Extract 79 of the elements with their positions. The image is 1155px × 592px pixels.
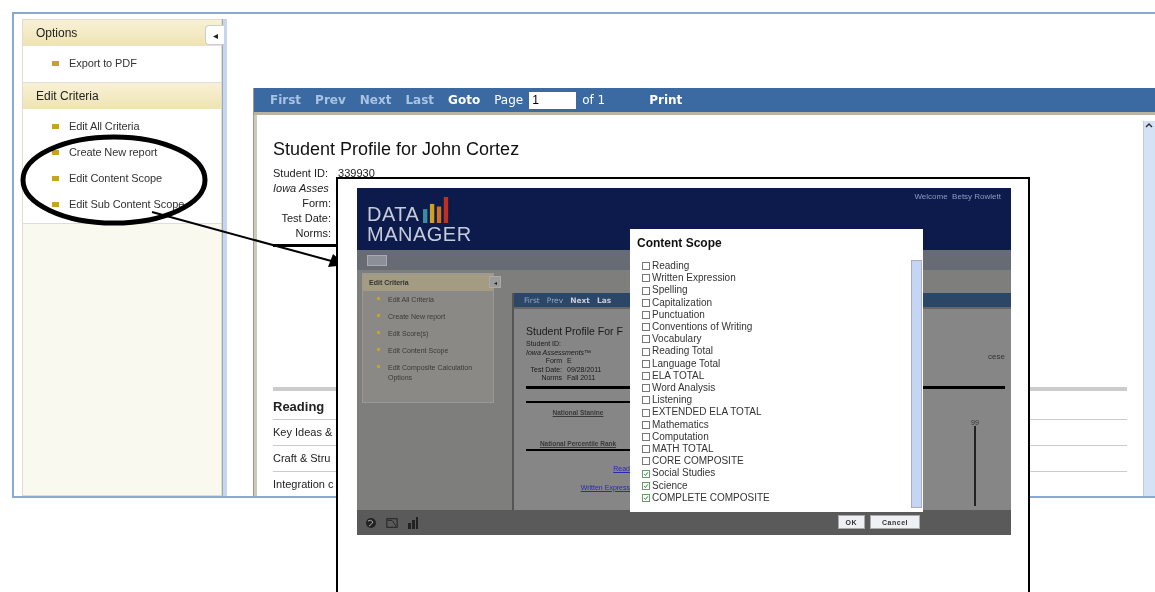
checkbox-option[interactable]: Mathematics bbox=[642, 418, 911, 431]
checkbox-option[interactable]: Listening bbox=[642, 394, 911, 407]
scroll-up-icon[interactable] bbox=[1144, 121, 1154, 129]
menu-item[interactable]: Edit Sub Content Scope bbox=[23, 191, 221, 217]
bullet-icon bbox=[377, 365, 380, 368]
checkbox-option[interactable]: Capitalization bbox=[642, 296, 911, 309]
checkbox-option[interactable]: Punctuation bbox=[642, 308, 911, 321]
menu-item[interactable]: Edit Content Scope bbox=[23, 165, 221, 191]
checkbox-option[interactable]: Reading Total bbox=[642, 345, 911, 358]
checkbox[interactable] bbox=[642, 396, 650, 405]
bullet-icon bbox=[377, 297, 380, 300]
print-link[interactable]: Print bbox=[649, 93, 683, 107]
checkbox[interactable] bbox=[642, 274, 650, 283]
checkbox[interactable] bbox=[642, 384, 650, 393]
field-label: Form: bbox=[301, 196, 331, 211]
field-label: Test Date: bbox=[280, 211, 331, 226]
field-label: Iowa Asses bbox=[273, 181, 329, 196]
menu-item[interactable]: Edit All Criteria bbox=[23, 113, 221, 139]
nav-link[interactable]: Goto bbox=[448, 93, 481, 107]
checkbox[interactable] bbox=[642, 432, 650, 441]
checkbox-option[interactable]: CORE COMPOSITE bbox=[642, 455, 911, 468]
globe-icon[interactable] bbox=[365, 516, 377, 529]
checkbox-option[interactable]: EXTENDED ELA TOTAL bbox=[642, 406, 911, 419]
scrollbar[interactable] bbox=[1143, 121, 1155, 496]
checkbox[interactable] bbox=[642, 298, 650, 307]
report-title: Student Profile For F bbox=[526, 325, 623, 337]
checkbox[interactable] bbox=[642, 481, 650, 490]
checkbox-option[interactable]: Vocabulary bbox=[642, 333, 911, 346]
checkbox[interactable] bbox=[642, 310, 650, 319]
welcome-text: Welcome Betsy Rowlett bbox=[914, 191, 1001, 203]
checkbox-option[interactable]: MATH TOTAL bbox=[642, 443, 911, 456]
checkbox[interactable] bbox=[642, 408, 650, 417]
toolbar-button[interactable] bbox=[367, 254, 387, 266]
report-title: Student Profile for John Cortez bbox=[273, 139, 521, 160]
checkbox-option[interactable]: Written Expression bbox=[642, 272, 911, 285]
menu-item[interactable]: Create New report bbox=[23, 139, 221, 165]
checkbox[interactable] bbox=[642, 335, 650, 344]
page-total: of 1 bbox=[582, 93, 606, 107]
logo-text: DATA bbox=[367, 204, 420, 224]
checkbox-option[interactable]: Reading bbox=[642, 260, 911, 273]
bullet-icon bbox=[52, 201, 59, 207]
page-label: Page bbox=[494, 93, 524, 107]
scrollbar[interactable] bbox=[911, 260, 922, 508]
field-label: Student ID: bbox=[273, 166, 329, 181]
checkbox[interactable] bbox=[642, 469, 650, 478]
checkbox[interactable] bbox=[642, 445, 650, 454]
bullet-icon bbox=[377, 314, 380, 317]
checkbox[interactable] bbox=[642, 420, 650, 429]
bullet-icon bbox=[52, 60, 59, 66]
checkbox[interactable] bbox=[642, 286, 650, 295]
column-text: cese bbox=[988, 352, 1005, 361]
logo-bars-icon bbox=[423, 196, 450, 224]
bullet-icon bbox=[377, 331, 380, 334]
bullet-icon bbox=[52, 149, 59, 155]
bullet-icon bbox=[52, 123, 59, 129]
checkbox[interactable] bbox=[642, 493, 650, 502]
menu-item[interactable]: Export to PDF bbox=[23, 50, 221, 76]
field-label: Norms: bbox=[294, 226, 331, 241]
checkbox-option[interactable]: Conventions of Writing bbox=[642, 321, 911, 334]
page-field[interactable]: 1 bbox=[529, 91, 577, 109]
checkbox[interactable] bbox=[642, 323, 650, 332]
bullet-icon bbox=[377, 348, 380, 351]
checkbox[interactable] bbox=[642, 262, 650, 271]
checkbox[interactable] bbox=[642, 347, 650, 356]
checkbox-option[interactable]: Science bbox=[642, 479, 911, 492]
bullet-icon bbox=[52, 175, 59, 181]
field-value: 339930 bbox=[338, 166, 375, 181]
checkbox[interactable] bbox=[642, 359, 650, 368]
checkbox-option[interactable]: Language Total bbox=[642, 357, 911, 370]
dialog-title: Content Scope bbox=[636, 235, 723, 252]
checkbox[interactable] bbox=[642, 457, 650, 466]
section-header: Edit Criteria bbox=[23, 83, 221, 109]
checkbox-option[interactable]: Spelling bbox=[642, 284, 911, 297]
checkbox-option[interactable]: ELA TOTAL bbox=[642, 369, 911, 383]
collapse-button[interactable]: ◂ bbox=[205, 25, 224, 45]
logo-text: MANAGER bbox=[367, 223, 472, 245]
bar-chart-icon[interactable] bbox=[407, 516, 419, 529]
checkbox[interactable] bbox=[642, 371, 650, 380]
checkbox-option[interactable]: Computation bbox=[642, 430, 911, 444]
